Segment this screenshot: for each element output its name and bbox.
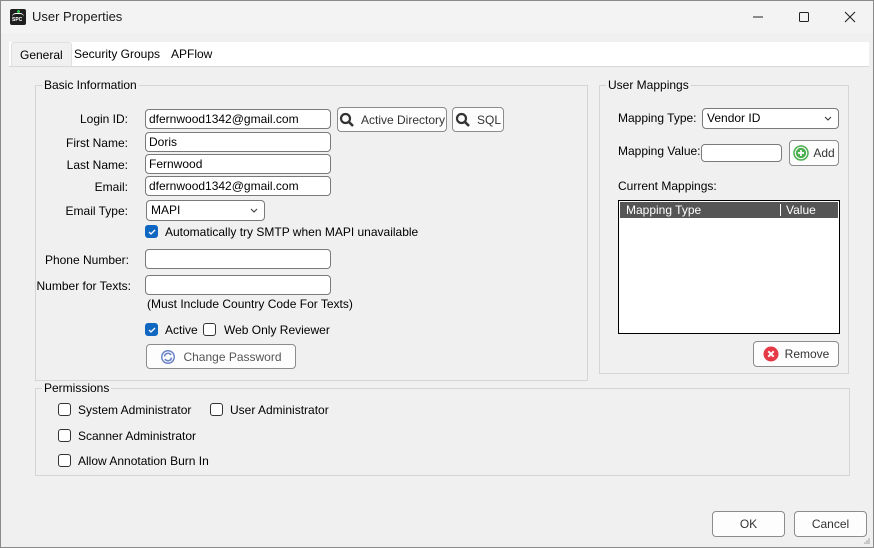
phone-number-input[interactable]: [145, 249, 331, 269]
resize-grip-icon[interactable]: [863, 537, 871, 545]
web-only-reviewer-label: Web Only Reviewer: [224, 323, 330, 337]
add-mapping-button[interactable]: Add: [789, 140, 839, 166]
active-checkbox[interactable]: [145, 323, 158, 336]
email-type-value: MAPI: [151, 203, 181, 217]
tab-security-groups[interactable]: Security Groups: [66, 42, 168, 66]
chevron-down-icon: [824, 116, 832, 121]
scanner-administrator-label: Scanner Administrator: [78, 429, 197, 443]
maximize-icon: [799, 12, 809, 22]
checkmark-icon: [148, 229, 156, 235]
remove-label: Remove: [784, 347, 830, 361]
close-button[interactable]: [827, 1, 873, 33]
user-administrator-checkbox[interactable]: [210, 403, 223, 416]
current-mappings-list[interactable]: Mapping Type Value: [618, 200, 840, 334]
login-id-label: Login ID:: [79, 112, 128, 126]
email-type-select[interactable]: MAPI: [146, 200, 265, 221]
maximize-button[interactable]: [781, 1, 827, 33]
search-icon: [339, 112, 354, 127]
email-type-label: Email Type:: [65, 204, 128, 218]
mapping-type-label: Mapping Type:: [618, 111, 697, 125]
mapping-type-select[interactable]: Vendor ID: [702, 108, 839, 129]
cancel-label: Cancel: [811, 517, 850, 531]
sql-button[interactable]: SQL: [452, 107, 504, 132]
cancel-button[interactable]: Cancel: [794, 511, 867, 537]
auto-smtp-label: Automatically try SMTP when MAPI unavail…: [165, 225, 419, 239]
login-id-input[interactable]: [145, 109, 331, 129]
close-icon: [844, 11, 856, 23]
column-header-mapping-type[interactable]: Mapping Type: [626, 202, 701, 218]
add-circle-icon: [793, 145, 810, 161]
first-name-label: First Name:: [65, 136, 128, 150]
tab-strip: General Security Groups APFlow: [9, 42, 869, 67]
first-name-input[interactable]: [145, 132, 331, 152]
system-administrator-checkbox[interactable]: [58, 403, 71, 416]
user-administrator-label: User Administrator: [230, 403, 329, 417]
email-label: Email:: [94, 180, 128, 194]
email-input[interactable]: [145, 176, 331, 196]
remove-circle-icon: [763, 346, 779, 362]
active-label: Active: [165, 323, 198, 337]
number-for-texts-label: Number for Texts:: [36, 279, 131, 293]
mapping-value-label: Mapping Value:: [618, 144, 701, 158]
remove-mapping-button[interactable]: Remove: [753, 341, 839, 367]
sql-label: SQL: [476, 112, 501, 127]
mapping-type-value: Vendor ID: [707, 111, 761, 125]
last-name-input[interactable]: [145, 154, 331, 174]
mapping-value-input[interactable]: [701, 144, 782, 162]
column-divider[interactable]: [780, 204, 781, 216]
ok-label: OK: [739, 517, 758, 531]
tab-apflow[interactable]: APFlow: [163, 42, 220, 66]
number-for-texts-input[interactable]: [145, 275, 331, 295]
active-directory-label: Active Directory: [360, 112, 446, 127]
system-administrator-label: System Administrator: [78, 403, 192, 417]
phone-number-label: Phone Number:: [44, 253, 129, 267]
chevron-down-icon: [250, 208, 258, 213]
active-directory-button[interactable]: Active Directory: [337, 107, 447, 132]
user-mappings-label: User Mappings: [606, 78, 691, 92]
ok-button[interactable]: OK: [712, 511, 785, 537]
allow-annotation-burn-in-checkbox[interactable]: [58, 454, 71, 467]
change-password-label: Change Password: [183, 349, 282, 364]
current-mappings-label: Current Mappings:: [618, 179, 717, 193]
title-bar: SPC User Properties: [1, 1, 873, 33]
checkmark-icon: [148, 327, 156, 333]
add-label: Add: [813, 146, 835, 160]
list-header: Mapping Type Value: [620, 202, 838, 218]
basic-information-label: Basic Information: [42, 78, 139, 92]
refresh-icon: [161, 349, 176, 364]
window-title: User Properties: [32, 9, 123, 24]
column-header-value[interactable]: Value: [786, 202, 816, 218]
permissions-label: Permissions: [42, 381, 112, 395]
allow-annotation-burn-in-label: Allow Annotation Burn In: [78, 454, 209, 468]
change-password-button[interactable]: Change Password: [146, 344, 296, 369]
scanner-administrator-checkbox[interactable]: [58, 429, 71, 442]
web-only-reviewer-checkbox[interactable]: [203, 323, 216, 336]
texts-hint: (Must Include Country Code For Texts): [147, 297, 353, 311]
last-name-label: Last Name:: [66, 158, 128, 172]
user-properties-window: SPC User Properties General Security Gro…: [0, 0, 874, 548]
spc-logo-icon: SPC: [10, 9, 26, 25]
minimize-button[interactable]: [735, 1, 781, 33]
tab-general[interactable]: General: [11, 42, 72, 66]
minimize-icon: [753, 16, 763, 18]
search-icon: [455, 112, 470, 127]
auto-smtp-checkbox[interactable]: [145, 225, 158, 238]
